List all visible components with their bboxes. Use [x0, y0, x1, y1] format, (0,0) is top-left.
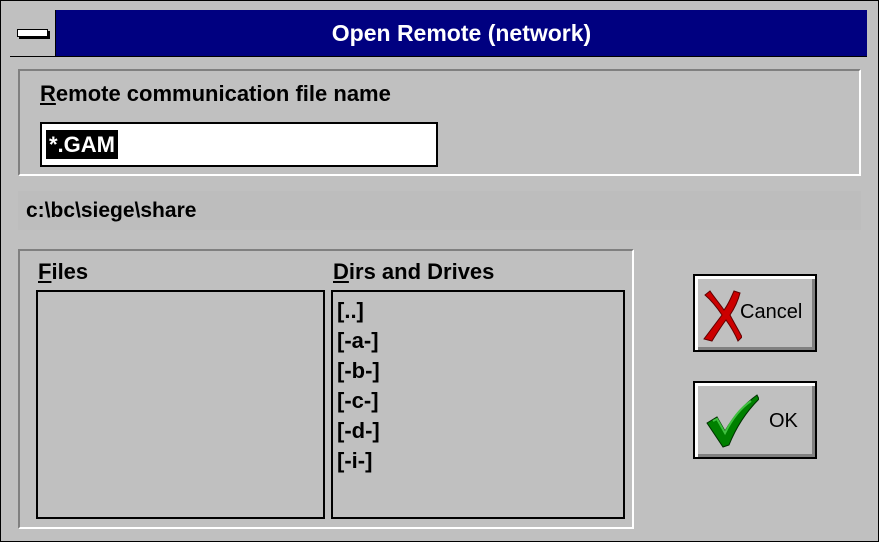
filename-input-value: *.GAM [46, 130, 118, 159]
dirs-label-rest: irs and Drives [348, 259, 495, 284]
dir-item[interactable]: [..] [333, 296, 623, 326]
green-checkmark-icon [706, 394, 759, 448]
filename-label-accel: R [40, 81, 56, 106]
dirs-label-accel: D [333, 259, 349, 284]
system-menu-button[interactable] [10, 10, 56, 56]
dir-item[interactable]: [-i-] [333, 446, 623, 476]
ok-button[interactable]: OK [693, 381, 817, 459]
dir-item[interactable]: [-c-] [333, 386, 623, 416]
ok-label: OK [769, 410, 798, 432]
files-listbox[interactable] [36, 290, 325, 519]
filename-input[interactable]: *.GAM [40, 122, 438, 167]
files-label-rest: iles [51, 259, 89, 284]
red-x-icon [703, 290, 742, 342]
files-label-accel: F [38, 259, 52, 284]
dirs-listbox[interactable]: [..] [-a-] [-b-] [-c-] [-d-] [-i-] [331, 290, 625, 519]
current-path-bar: c:\bc\siege\share [18, 191, 861, 230]
dir-item[interactable]: [-a-] [333, 326, 623, 356]
cancel-button[interactable]: Cancel [693, 274, 817, 352]
open-remote-dialog: Open Remote (network) Remote communicati… [0, 0, 879, 542]
window-title: Open Remote (network) [331, 20, 592, 46]
filename-label-rest: emote communication file name [55, 81, 391, 106]
filename-label: Remote communication file name [40, 81, 391, 107]
files-label: Files [38, 259, 88, 285]
current-path: c:\bc\siege\share [26, 199, 197, 222]
dirs-label: Dirs and Drives [333, 259, 494, 285]
cancel-label: Cancel [740, 301, 803, 323]
title-bar[interactable]: Open Remote (network) [10, 10, 867, 57]
dir-item[interactable]: [-b-] [333, 356, 623, 386]
system-menu-icon [17, 29, 48, 37]
dir-item[interactable]: [-d-] [333, 416, 623, 446]
